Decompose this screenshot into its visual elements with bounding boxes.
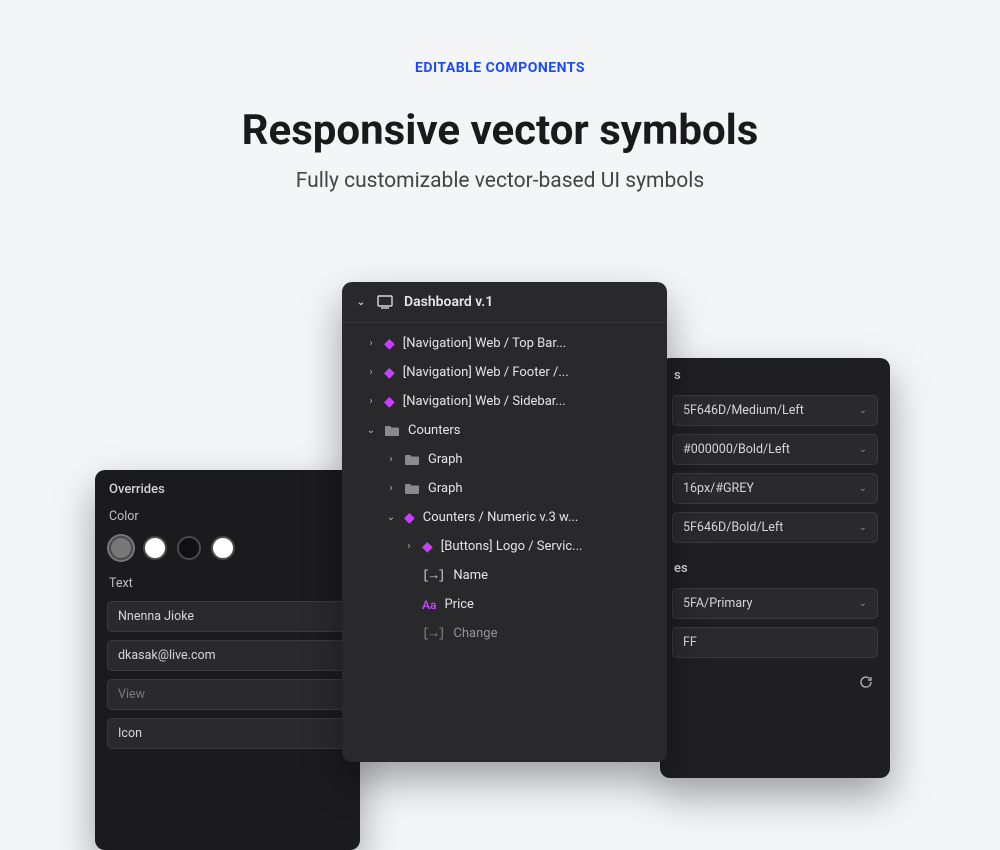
symbol-icon: ◆ [422,540,433,554]
overrides-panel: Overrides Color Text Nnenna Jioke dkasak… [95,470,360,850]
override-text-input[interactable]: Icon [107,718,348,749]
style-dropdown[interactable]: 5F646D/Medium/Left ⌄ [672,395,878,426]
layer-row[interactable]: › ◆ [Navigation] Web / Sidebar... [342,387,667,416]
chevron-down-icon: ⌄ [859,598,867,609]
chevron-down-icon: ⌄ [859,483,867,494]
symbol-icon: ◆ [384,337,395,351]
layers-panel-header[interactable]: ⌄ Dashboard v.1 [342,282,667,323]
symbol-icon: ◆ [384,395,395,409]
chevron-down-icon: ⌄ [859,444,867,455]
folder-icon [384,425,400,437]
symbol-icon: ◆ [384,366,395,380]
layer-row[interactable]: › Aa Price [342,590,667,619]
override-text-input[interactable]: Nnenna Jioke [107,601,348,632]
layer-label: Counters [408,423,460,438]
layer-label: [Buttons] Logo / Servic... [441,539,583,554]
group-icon: [→] [422,626,445,641]
color-swatch[interactable] [211,536,235,560]
artboard-icon [376,295,394,309]
style-dropdown-value: #000000/Bold/Left [683,442,790,457]
chevron-right-icon: › [386,454,396,465]
style-dropdown[interactable]: #000000/Bold/Left ⌄ [672,434,878,465]
color-swatch[interactable] [143,536,167,560]
page-subhead: Fully customizable vector-based UI symbo… [0,169,1000,193]
right-section-head-0: s [660,368,890,391]
symbol-icon: ◆ [404,511,415,525]
style-dropdown-value: 5F646D/Medium/Left [683,403,804,418]
layer-label: Counters / Numeric v.3 w... [423,510,578,525]
layer-label: [Navigation] Web / Footer /... [403,365,569,380]
override-text-input[interactable]: View [107,679,348,710]
layer-label: [Navigation] Web / Sidebar... [403,394,566,409]
chevron-right-icon: › [386,483,396,494]
layer-row[interactable]: › Graph [342,474,667,503]
chevron-down-icon: ⌄ [366,425,376,436]
folder-icon [404,454,420,466]
style-dropdown[interactable]: FF [672,627,878,658]
layer-row[interactable]: › [→] Change [342,619,667,648]
page-headline: Responsive vector symbols [0,106,1000,155]
chevron-down-icon: ⌄ [859,522,867,533]
text-label: Text [95,570,360,597]
layer-row[interactable]: › ◆ [Buttons] Logo / Servic... [342,532,667,561]
chevron-down-icon: ⌄ [386,512,396,523]
folder-icon [404,483,420,495]
layer-label: [Navigation] Web / Top Bar... [403,336,566,351]
chevron-right-icon: › [366,338,376,349]
layer-label: Name [453,568,488,583]
color-swatch[interactable] [109,536,133,560]
chevron-right-icon: › [404,541,414,552]
style-dropdown-value: 16px/#GREY [683,481,754,496]
right-properties-panel: s 5F646D/Medium/Left ⌄ #000000/Bold/Left ⌄… [660,358,890,778]
layer-label: Graph [428,452,463,467]
chevron-down-icon: ⌄ [859,405,867,416]
layer-label: Change [453,626,497,641]
chevron-right-icon: › [366,367,376,378]
chevron-right-icon: › [366,396,376,407]
override-text-input[interactable]: dkasak@live.com [107,640,348,671]
style-dropdown[interactable]: 16px/#GREY ⌄ [672,473,878,504]
layer-row[interactable]: ⌄ Counters [342,416,667,445]
artboard-title: Dashboard v.1 [404,294,493,310]
layer-row[interactable]: › ◆ [Navigation] Web / Footer /... [342,358,667,387]
layers-panel: ⌄ Dashboard v.1 › ◆ [Navigation] Web / T… [342,282,667,762]
layer-row[interactable]: › Graph [342,445,667,474]
layer-label: Price [444,597,473,612]
style-dropdown-value: 5FA/Primary [683,596,752,611]
style-dropdown-value: 5F646D/Bold/Left [683,520,783,535]
style-dropdown[interactable]: 5FA/Primary ⌄ [672,588,878,619]
layer-row[interactable]: › ◆ [Navigation] Web / Top Bar... [342,329,667,358]
chevron-down-icon: ⌄ [356,297,366,308]
layer-label: Graph [428,481,463,496]
refresh-icon[interactable] [858,674,874,694]
overrides-title: Overrides [95,470,360,503]
layer-row[interactable]: › [→] Name [342,561,667,590]
text-layer-icon: Aa [422,598,436,612]
group-icon: [→] [422,568,445,583]
style-dropdown-value: FF [683,635,697,650]
color-label: Color [95,503,360,530]
eyebrow-label: EDITABLE COMPONENTS [0,60,1000,76]
right-section-head-1: es [660,561,890,584]
style-dropdown[interactable]: 5F646D/Bold/Left ⌄ [672,512,878,543]
layer-row[interactable]: ⌄ ◆ Counters / Numeric v.3 w... [342,503,667,532]
color-swatch[interactable] [177,536,201,560]
